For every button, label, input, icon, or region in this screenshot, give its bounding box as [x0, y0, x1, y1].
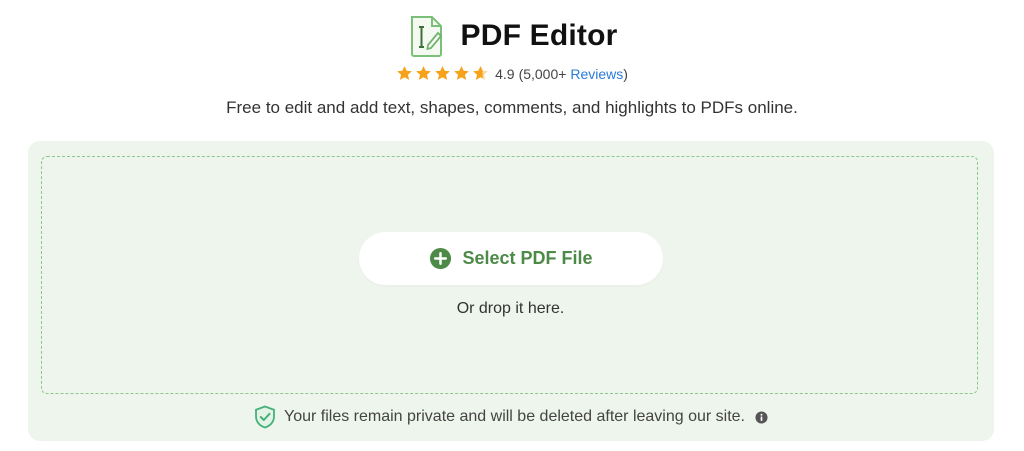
star-icon — [416, 66, 431, 80]
star-icon — [454, 66, 469, 80]
rating-bar: 4.9 (5,000+ Reviews) — [0, 65, 1024, 82]
privacy-text: Your files remain private and will be de… — [284, 408, 745, 425]
drop-hint: Or drop it here. — [456, 300, 565, 317]
rating-close-paren: ) — [623, 65, 628, 82]
info-icon[interactable] — [755, 410, 768, 424]
page: PDF Editor 4.9 (5,000+ Reviews) Free to … — [0, 0, 1024, 451]
page-subtitle: Free to edit and add text, shapes, comme… — [226, 98, 798, 117]
file-dropzone[interactable]: Select PDF File Or drop it here. — [41, 156, 978, 394]
star-icon — [435, 66, 450, 80]
shield-check-icon — [255, 405, 275, 429]
rating-score: 4.9 — [495, 65, 515, 82]
select-pdf-file-label: Select PDF File — [462, 248, 593, 268]
upload-panel: Select PDF File Or drop it here. Your fi… — [28, 141, 994, 441]
privacy-notice: Your files remain private and will be de… — [28, 405, 994, 429]
rating-text: 4.9 (5,000+ Reviews) — [495, 66, 628, 82]
rating-count: (5,000+ Reviews) — [519, 66, 628, 82]
star-rating — [396, 65, 489, 82]
reviews-link[interactable]: Reviews — [570, 66, 623, 82]
select-pdf-file-button[interactable]: Select PDF File — [359, 232, 663, 285]
header: PDF Editor — [0, 14, 1024, 58]
star-half-icon — [473, 66, 488, 80]
plus-circle-icon — [430, 247, 452, 270]
rating-count-text: (5,000+ — [518, 65, 567, 82]
page-title: PDF Editor — [460, 19, 618, 52]
pdf-edit-document-icon — [410, 16, 442, 57]
star-icon — [397, 66, 412, 80]
